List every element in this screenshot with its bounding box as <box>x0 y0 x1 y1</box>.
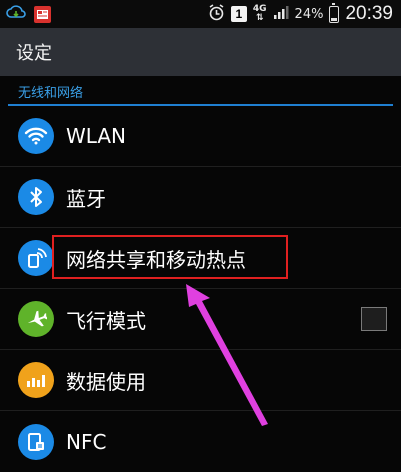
pointer-arrow <box>186 284 268 426</box>
